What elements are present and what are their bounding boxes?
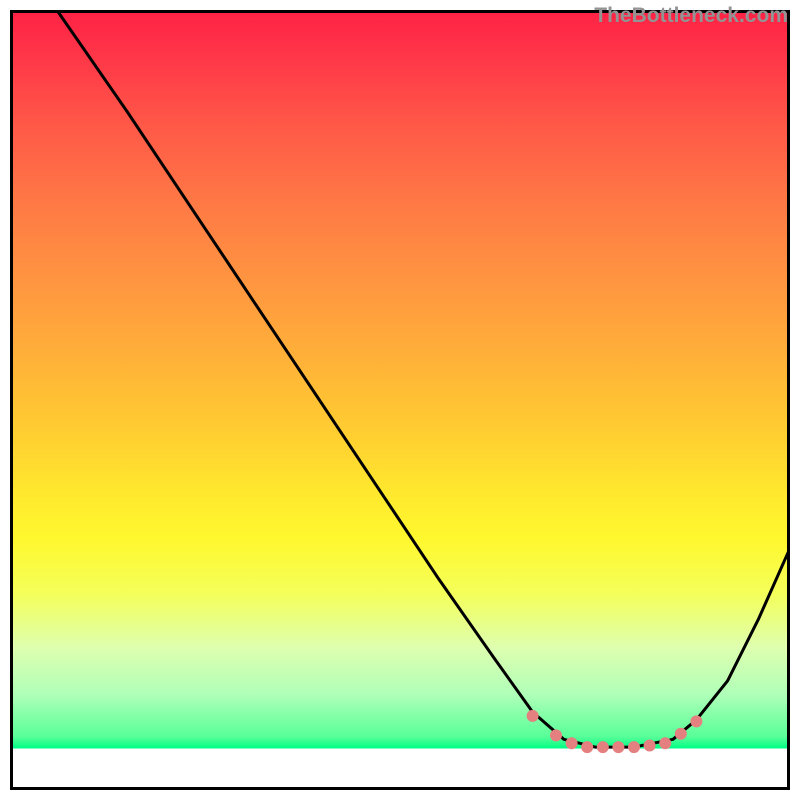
plot-area <box>10 10 790 790</box>
curve-svg <box>10 10 790 790</box>
bottleneck-curve <box>57 10 790 747</box>
watermark-text: TheBottleneck.com <box>594 4 788 28</box>
chart-container: TheBottleneck.com <box>0 0 800 800</box>
marker-dots <box>527 710 703 753</box>
